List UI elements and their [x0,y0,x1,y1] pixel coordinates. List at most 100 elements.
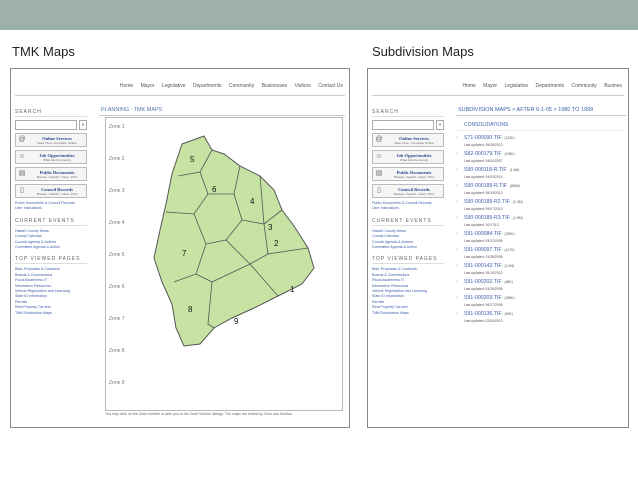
file-date: Last updated: 03/22/2009 [464,239,503,243]
zone-number-6[interactable]: 6 [212,185,217,194]
nav-home[interactable]: Home [462,83,475,89]
file-link[interactable]: S91-000097.TIF [464,247,502,253]
service-subtitle: Browse • Search • View • Print [393,191,435,196]
file-link[interactable]: S90-000118-R.TIF [464,167,507,173]
zone-number-4[interactable]: 4 [250,197,255,206]
file-link[interactable]: S82-000179.TIF [464,151,502,157]
file-link[interactable]: S90-000189-R.TIF [464,183,507,189]
file-icon: ▫ [456,247,458,253]
file-link[interactable]: S71-000090.TIF [464,135,502,141]
consolidations-folder[interactable]: CONSOLIDATIONS [456,120,626,131]
file-date: Last updated: 05/28/2013 [464,143,503,147]
file-size: (1.3M) [512,200,523,204]
nav-departments[interactable]: Departments [536,83,565,89]
public-documents-button[interactable]: ▤ Public Documents Browse • Search • View… [372,167,444,181]
file-link[interactable]: S90-000189-R2.TIF [464,199,510,205]
file-link[interactable]: S91-000202.TIF [464,279,502,285]
island-outline[interactable] [153,135,315,347]
file-link[interactable]: S91-000136.TIF [464,311,502,317]
council-records-button[interactable]: ▯ Council Records Browse • Search • View … [15,184,87,198]
zone-link-5[interactable]: Zone 5 [109,252,125,258]
zone-number-8[interactable]: 8 [188,305,193,314]
search-row: » [15,120,87,130]
event-link[interactable]: Committee Agenda & Action [372,245,444,250]
zone-link-7[interactable]: Zone 7 [109,316,125,322]
zone-link-3[interactable]: Zone 3 [109,188,125,194]
nav-mayor[interactable]: Mayor [483,83,497,89]
zone-link-1[interactable]: Zone 1 [109,124,125,130]
search-button[interactable]: » [79,120,87,130]
file-date: Last updated: 10/17/13 [464,223,499,227]
file-size: (1.5M) [512,216,523,220]
file-item: ▫ S91-000143.TIF (2.4M) Last updated: 05/10… [456,263,626,275]
file-item: ▫ S71-000090.TIF (122K) Last updated: 05/28… [456,135,626,147]
top-viewed-heading: TOP VIEWED PAGES [372,256,444,265]
file-item: ▫ S91-000084.TIF (325K) Last updated: 03/22… [456,231,626,243]
top-nav: Home Mayor Legislative Departments Commu… [11,83,349,93]
subdivision-breadcrumb[interactable]: SUBDIVISION MAPS > AFTER 6-1-05 > 1980 T… [456,105,626,116]
sidebar: SEARCH » @ Online Services Save Time • Co… [15,103,87,316]
nav-legislative[interactable]: Legislative [162,83,186,89]
job-opportunities-button[interactable]: ☺ Job Opportunities What Fits the County [15,150,87,164]
nav-departments[interactable]: Departments [193,83,222,89]
records-link[interactable]: User Instructions [372,206,444,211]
zone-link-6[interactable]: Zone 6 [109,284,125,290]
zone-link-2[interactable]: Zone 2 [109,156,125,162]
nav-businesses[interactable]: Busines [604,83,622,89]
folder-icon: ▤ [375,170,383,177]
search-row: » [372,120,444,130]
service-subtitle: Save Time • Complete Online [37,140,77,145]
nav-community[interactable]: Community [229,83,254,89]
file-date: Last updated: 01/28/2008 [464,255,503,259]
current-events-heading: CURRENT EVENTS [15,218,87,226]
search-input[interactable] [372,120,434,130]
nav-home[interactable]: Home [120,83,133,89]
public-documents-button[interactable]: ▤ Public Documents Browse • Search • View… [15,167,87,181]
nav-legislative[interactable]: Legislative [504,83,528,89]
zone-link-9[interactable]: Zone 9 [109,380,125,386]
nav-community[interactable]: Community [572,83,597,89]
file-icon: ▫ [456,199,458,205]
online-services-button[interactable]: @ Online Services Save Time • Complete On… [372,133,444,147]
zone-number-5[interactable]: 5 [190,155,195,164]
subdivision-main-panel: SUBDIVISION MAPS > AFTER 6-1-05 > 1980 T… [456,105,626,323]
file-link[interactable]: S91-000143.TIF [464,263,502,269]
council-records-button[interactable]: ▯ Council Records Browse • Search • View … [372,184,444,198]
file-item: ▫ S91-000203.TIF (285K) Last updated: 06/27… [456,295,626,307]
zone-number-1[interactable]: 1 [290,285,295,294]
file-size: (90K) [504,312,513,316]
search-button[interactable]: » [436,120,444,130]
file-link[interactable]: S91-000203.TIF [464,295,502,301]
tmk-map-frame: Zone 1 Zone 2 Zone 3 Zone 4 Zone 5 Zone … [105,117,343,411]
records-link[interactable]: User Instructions [15,206,87,211]
file-link[interactable]: S91-000084.TIF [464,231,502,237]
top-viewed-link[interactable]: TMK/Subdivision Maps [372,311,444,316]
zone-link-4[interactable]: Zone 4 [109,220,125,226]
event-link[interactable]: Committee Agenda & Action [15,245,87,250]
search-input[interactable] [15,120,77,130]
file-date: Last updated: 04/04/2007 [464,159,503,163]
search-heading: SEARCH [15,109,87,117]
service-subtitle: What Fits the County [399,157,428,162]
job-opportunities-button[interactable]: ☺ Job Opportunities What Fits the County [372,150,444,164]
zone-number-7[interactable]: 7 [182,249,187,258]
nav-visitors[interactable]: Visitors [295,83,311,89]
top-viewed-link[interactable]: TMK/Subdivision Maps [15,311,87,316]
file-size: (325K) [504,232,515,236]
nav-businesses[interactable]: Businesses [262,83,288,89]
nav-contact-us[interactable]: Contact Us [318,83,343,89]
zone-number-3[interactable]: 3 [268,223,273,232]
zone-link-8[interactable]: Zone 8 [109,348,125,354]
file-icon: ▫ [456,167,458,173]
nav-mayor[interactable]: Mayor [141,83,155,89]
file-link[interactable]: S90-000189-R3.TIF [464,215,510,221]
file-item: ▫ S90-000189-R.TIF (896K) Last updated: 05/… [456,183,626,195]
person-icon: ☺ [375,153,383,160]
zone-number-9[interactable]: 9 [234,317,239,326]
zone-number-2[interactable]: 2 [274,239,279,248]
file-icon: ▫ [456,263,458,269]
slide-top-bar [0,0,638,30]
file-size: (896K) [509,184,521,188]
online-services-button[interactable]: @ Online Services Save Time • Complete On… [15,133,87,147]
file-item: ▫ S90-000189-R3.TIF (1.5M) Last updated: 10… [456,215,626,227]
